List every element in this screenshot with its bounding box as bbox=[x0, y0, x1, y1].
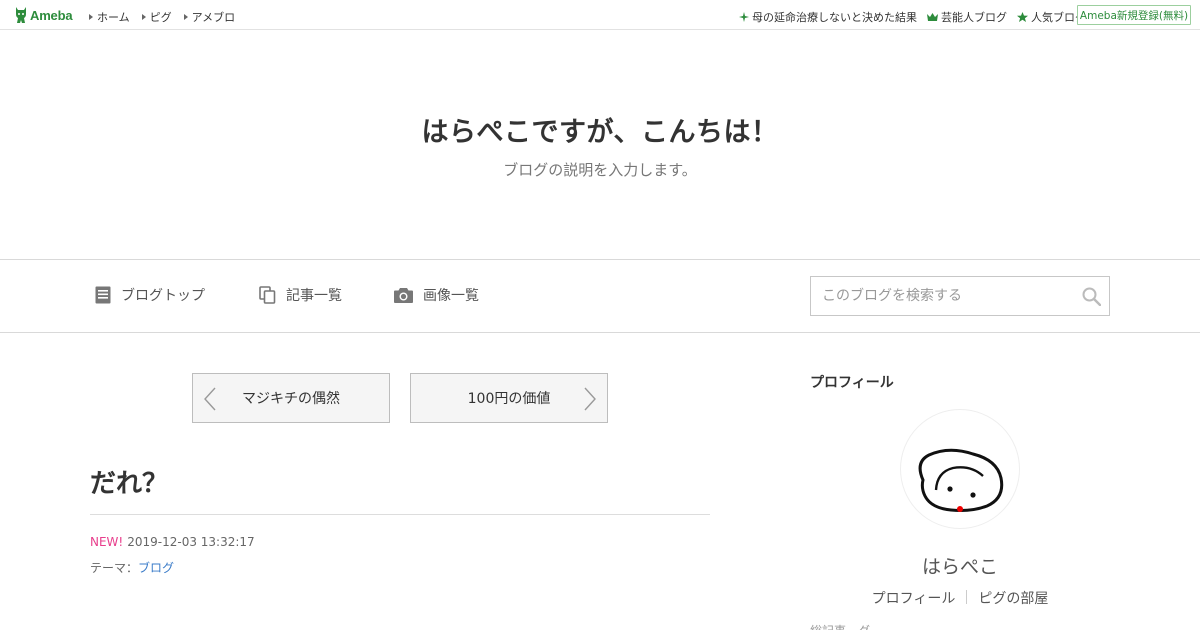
next-article-label: 100円の価値 bbox=[467, 391, 551, 407]
global-header: Ameba ホーム ピグ アメブロ 母の延命治療しないと決めた結果 芸能人ブログ… bbox=[0, 0, 1200, 30]
logo-text: Ameba bbox=[30, 7, 73, 23]
nav-label: 画像一覧 bbox=[423, 288, 479, 304]
register-button[interactable]: Ameba新規登録(無料) bbox=[1077, 5, 1191, 25]
caret-right-icon bbox=[89, 14, 93, 20]
profile-name[interactable]: はらぺこ bbox=[810, 552, 1110, 579]
featured-article-label: 母の延命治療しないと決めた結果 bbox=[752, 11, 917, 24]
top-nav-pigg[interactable]: ピグ bbox=[141, 9, 172, 25]
caret-right-icon bbox=[183, 14, 188, 20]
new-badge: NEW! bbox=[90, 535, 124, 549]
star-icon bbox=[1017, 12, 1028, 22]
camera-icon bbox=[394, 288, 413, 303]
nav-label: 記事一覧 bbox=[286, 288, 342, 304]
blog-search bbox=[810, 276, 1110, 316]
article-divider bbox=[90, 514, 710, 515]
top-nav: ホーム ピグ アメブロ bbox=[89, 9, 247, 25]
profile-links: プロフィール ピグの部屋 bbox=[810, 588, 1110, 608]
link-separator bbox=[966, 590, 968, 604]
crown-icon bbox=[927, 13, 938, 21]
top-nav-label: ホーム bbox=[97, 11, 130, 24]
featured-article-link[interactable]: 母の延命治療しないと決めた結果 bbox=[739, 9, 917, 25]
top-nav-home[interactable]: ホーム bbox=[89, 9, 130, 25]
nav-article-list[interactable]: 記事一覧 bbox=[259, 285, 342, 305]
ameba-mascot-icon bbox=[16, 7, 26, 23]
article-theme: テーマ：ブログ bbox=[90, 559, 174, 576]
blog-nav: ブログトップ 記事一覧 画像一覧 bbox=[0, 259, 1200, 333]
chevron-right-icon bbox=[584, 387, 596, 411]
ameba-logo[interactable]: Ameba bbox=[14, 6, 73, 24]
theme-prefix: テーマ： bbox=[90, 561, 139, 575]
celebrity-blog-link[interactable]: 芸能人ブログ bbox=[927, 9, 1007, 25]
sidebar-truncated-text: 総記事…グ bbox=[810, 622, 870, 630]
profile-heading: プロフィール bbox=[810, 375, 894, 391]
article-title[interactable]: だれ？ bbox=[90, 463, 168, 500]
nav-label: ブログトップ bbox=[121, 288, 205, 304]
top-nav-ameblo[interactable]: アメブロ bbox=[183, 9, 236, 25]
article-meta: NEW! 2019-12-03 13:32:17 bbox=[90, 535, 255, 549]
blog-title[interactable]: はらぺこですが、こんちは！ bbox=[0, 110, 1200, 149]
sparkle-icon bbox=[739, 12, 749, 22]
copy-icon bbox=[259, 286, 276, 304]
nav-image-list[interactable]: 画像一覧 bbox=[394, 285, 479, 305]
top-nav-label: アメブロ bbox=[191, 11, 236, 24]
next-article-button[interactable]: 100円の価値 bbox=[410, 373, 608, 423]
profile-link[interactable]: プロフィール bbox=[872, 588, 956, 608]
blog-search-input[interactable] bbox=[811, 277, 1071, 315]
celebrity-blog-label: 芸能人ブログ bbox=[941, 11, 1007, 24]
prev-article-label: マジキチの偶然 bbox=[242, 391, 340, 407]
avatar-drawing bbox=[918, 448, 1004, 512]
prev-article-button[interactable]: マジキチの偶然 bbox=[192, 373, 390, 423]
popular-blog-link[interactable]: 人気ブログ bbox=[1017, 9, 1086, 25]
search-icon[interactable] bbox=[1082, 287, 1101, 306]
nav-blog-top[interactable]: ブログトップ bbox=[95, 285, 205, 305]
article-datetime: 2019-12-03 13:32:17 bbox=[127, 535, 255, 549]
caret-right-icon bbox=[141, 14, 146, 20]
chevron-left-icon bbox=[204, 387, 216, 411]
theme-link[interactable]: ブログ bbox=[138, 561, 174, 575]
pigg-room-link[interactable]: ピグの部屋 bbox=[978, 588, 1048, 608]
top-nav-label: ピグ bbox=[149, 11, 172, 24]
top-right-links: 母の延命治療しないと決めた結果 芸能人ブログ 人気ブログ bbox=[739, 9, 1096, 25]
avatar[interactable] bbox=[900, 409, 1020, 529]
blog-description: ブログの説明を入力します。 bbox=[503, 161, 697, 179]
document-icon bbox=[95, 286, 111, 304]
